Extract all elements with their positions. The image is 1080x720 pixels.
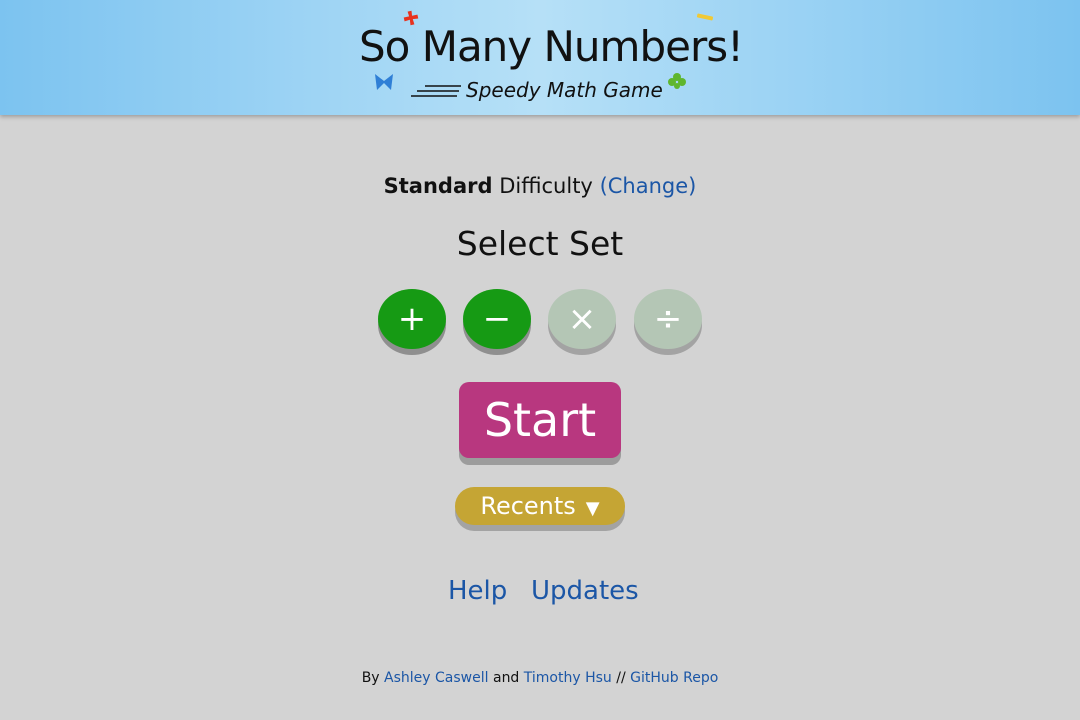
- chevron-down-icon: ▼: [585, 498, 600, 519]
- difficulty-line: Standard Difficulty (Change): [0, 174, 1080, 198]
- help-link[interactable]: Help: [448, 576, 507, 606]
- footer-and: and: [492, 670, 520, 686]
- select-set-heading: Select Set: [456, 224, 624, 263]
- clover-decoration-icon: [668, 73, 686, 89]
- difficulty-level: Standard: [383, 174, 493, 198]
- app-subtitle: Speedy Math Game: [466, 78, 663, 102]
- footer-by: By: [361, 670, 380, 686]
- github-repo-link[interactable]: GitHub Repo: [630, 670, 718, 686]
- difficulty-label: Difficulty: [499, 174, 593, 198]
- bowtie-decoration-icon: [375, 74, 393, 90]
- recents-label: Recents: [480, 492, 576, 520]
- app-title: So Many Numbers!: [359, 22, 744, 71]
- start-button[interactable]: Start: [459, 382, 621, 458]
- author-timothy-link[interactable]: Timothy Hsu: [524, 670, 612, 686]
- change-difficulty-link[interactable]: (Change): [600, 174, 697, 198]
- speed-lines-decoration: [411, 85, 461, 97]
- recents-dropdown-button[interactable]: Recents ▼: [455, 487, 625, 525]
- multiplication-toggle-button[interactable]: ×: [548, 289, 616, 349]
- subtraction-toggle-button[interactable]: −: [463, 289, 531, 349]
- division-toggle-button[interactable]: ÷: [634, 289, 702, 349]
- footer-separator: //: [616, 670, 626, 686]
- footer-credits: By Ashley Caswell and Timothy Hsu // Git…: [0, 670, 1080, 686]
- updates-link[interactable]: Updates: [531, 576, 639, 606]
- author-ashley-link[interactable]: Ashley Caswell: [384, 670, 488, 686]
- app-logo: So Many Numbers! Speedy Math Game: [355, 8, 744, 108]
- header-banner: So Many Numbers! Speedy Math Game: [0, 0, 1080, 115]
- addition-toggle-button[interactable]: +: [378, 289, 446, 349]
